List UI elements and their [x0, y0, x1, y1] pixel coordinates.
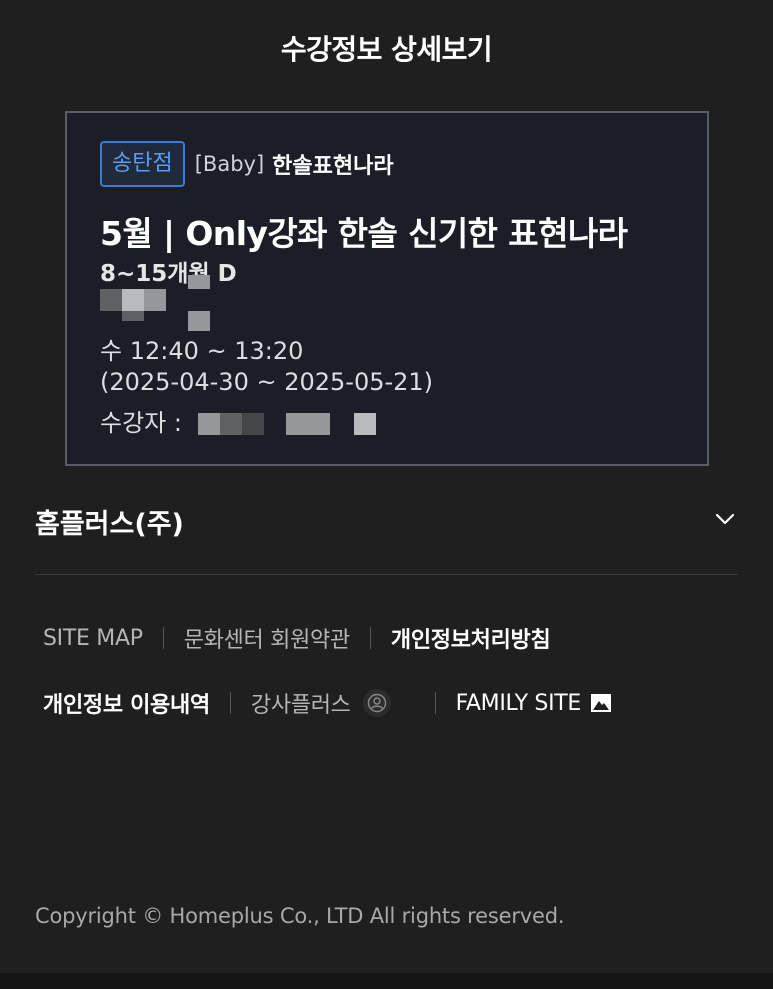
mountain-image-icon[interactable]	[591, 694, 612, 712]
chevron-down-icon[interactable]	[714, 508, 736, 530]
course-title: 5월 | Only강좌 한솔 신기한 표현나라	[100, 214, 628, 253]
link-separator	[369, 627, 371, 649]
footer-links-row-2: 개인정보 이용내역 강사플러스 FAMILY SITE	[43, 687, 612, 719]
privacy-policy-link[interactable]: 개인정보처리방침	[391, 622, 551, 654]
course-schedule-time: 수 12:40 ~ 13:20	[100, 337, 304, 365]
company-accordion[interactable]: 홈플러스(주)	[35, 502, 738, 540]
course-subtitle: 8~15개월 D	[100, 261, 237, 287]
branch-badge: 송탄점	[100, 141, 185, 187]
course-schedule-period: (2025-04-30 ~ 2025-05-21)	[100, 368, 434, 396]
course-category-name: 한솔표현나라	[272, 154, 394, 179]
copyright-text: Copyright © Homeplus Co., LTD All rights…	[35, 904, 565, 928]
company-name: 홈플러스(주)	[35, 509, 184, 540]
link-separator	[434, 692, 436, 714]
footer-links-row-1: SITE MAP 문화센터 회원약관 개인정보처리방침	[43, 622, 551, 654]
link-separator	[229, 692, 231, 714]
link-separator	[162, 627, 164, 649]
instructor-plus-link[interactable]: 강사플러스	[251, 687, 351, 719]
course-card: 송탄점 [Baby] 한솔표현나라 5월 | Only강좌 한솔 신기한 표현나…	[65, 111, 709, 466]
page-title: 수강정보 상세보기	[280, 33, 493, 66]
site-map-link[interactable]: SITE MAP	[43, 626, 143, 651]
students-label: 수강자 :	[100, 409, 182, 437]
terms-link[interactable]: 문화센터 회원약관	[184, 622, 351, 654]
course-category: [Baby]	[194, 152, 265, 176]
bottom-bar	[0, 973, 773, 989]
family-site-link[interactable]: FAMILY SITE	[456, 691, 582, 716]
user-circle-icon	[362, 689, 391, 717]
privacy-usage-link[interactable]: 개인정보 이용내역	[43, 687, 210, 719]
course-meta-row: 송탄점 [Baby] 한솔표현나라	[100, 141, 394, 187]
page: 수강정보 상세보기 송탄점 [Baby] 한솔표현나라 5월 | Only강좌 …	[0, 0, 773, 989]
footer-divider	[35, 574, 738, 575]
